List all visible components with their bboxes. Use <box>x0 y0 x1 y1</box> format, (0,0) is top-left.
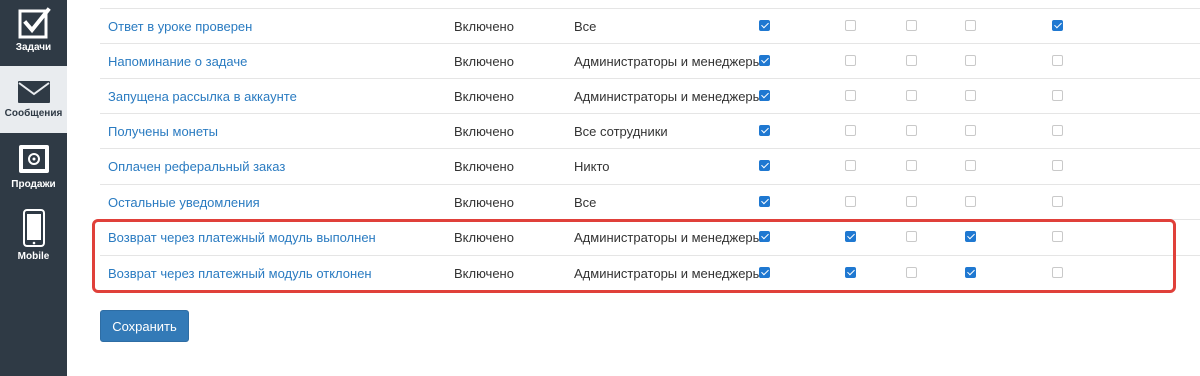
sidebar-item-tasks[interactable]: Задачи <box>0 0 67 66</box>
channel-checkbox[interactable] <box>906 160 917 171</box>
channel-checkbox[interactable] <box>759 231 770 242</box>
notification-status: Включено <box>454 54 514 69</box>
table-row: Возврат через платежный модуль отклонен В… <box>100 255 1200 291</box>
channel-checkbox[interactable] <box>1052 231 1063 242</box>
channel-checkbox[interactable] <box>965 196 976 207</box>
sidebar-item-messages[interactable]: Сообщения <box>0 66 67 133</box>
channel-checkbox[interactable] <box>965 20 976 31</box>
notification-status: Включено <box>454 230 514 245</box>
notification-name-link[interactable]: Остальные уведомления <box>108 185 260 220</box>
channel-checkbox[interactable] <box>965 90 976 101</box>
notification-recipients: Администраторы и менеджеры <box>574 230 762 245</box>
table-row: Получены монеты Включено Все сотрудники <box>100 113 1200 149</box>
notification-settings: Ответ в уроке проверен Включено Все Напомин… <box>67 0 1200 376</box>
sidebar-item-mobile[interactable]: Mobile <box>0 199 67 265</box>
channel-checkbox[interactable] <box>845 267 856 278</box>
notification-status: Включено <box>454 19 514 34</box>
channel-checkbox[interactable] <box>906 125 917 136</box>
channel-checkbox[interactable] <box>759 20 770 31</box>
channel-checkbox[interactable] <box>759 267 770 278</box>
phone-icon <box>22 209 45 247</box>
channel-checkbox[interactable] <box>759 196 770 207</box>
channel-checkbox[interactable] <box>965 231 976 242</box>
channel-checkbox[interactable] <box>906 20 917 31</box>
table-row: Оплачен реферальный заказ Включено Никто <box>100 148 1200 184</box>
sidebar-item-label: Продажи <box>11 179 56 190</box>
sidebar-item-sales[interactable]: Продажи <box>0 133 67 199</box>
sidebar-item-label: Mobile <box>17 251 50 262</box>
channel-checkbox[interactable] <box>965 267 976 278</box>
notification-name-link[interactable]: Оплачен реферальный заказ <box>108 149 285 184</box>
channel-checkbox[interactable] <box>845 160 856 171</box>
notification-status: Включено <box>454 124 514 139</box>
channel-checkbox[interactable] <box>845 196 856 207</box>
channel-checkbox[interactable] <box>1052 196 1063 207</box>
channel-checkbox[interactable] <box>1052 160 1063 171</box>
notification-recipients: Администраторы и менеджеры <box>574 266 762 281</box>
channel-checkbox[interactable] <box>845 125 856 136</box>
channel-checkbox[interactable] <box>759 125 770 136</box>
table-row: Остальные уведомления Включено Все <box>100 184 1200 220</box>
sidebar-item-label: Задачи <box>15 42 52 53</box>
channel-checkbox[interactable] <box>1052 20 1063 31</box>
channel-checkbox[interactable] <box>906 90 917 101</box>
notification-recipients: Никто <box>574 159 610 174</box>
notification-recipients: Администраторы и менеджеры <box>574 54 762 69</box>
notification-status: Включено <box>454 89 514 104</box>
channel-checkbox[interactable] <box>965 125 976 136</box>
notification-status: Включено <box>454 159 514 174</box>
notification-name-link[interactable]: Ответ в уроке проверен <box>108 9 252 44</box>
notification-status: Включено <box>454 195 514 210</box>
notification-recipients: Все <box>574 19 597 34</box>
channel-checkbox[interactable] <box>759 90 770 101</box>
channel-checkbox[interactable] <box>845 55 856 66</box>
notification-name-link[interactable]: Возврат через платежный модуль выполнен <box>108 220 376 255</box>
channel-checkbox[interactable] <box>906 267 917 278</box>
table-row: Запущена рассылка в аккаунте Включено Адми… <box>100 78 1200 114</box>
table-row: Ответ в уроке проверен Включено Все <box>100 8 1200 44</box>
channel-checkbox[interactable] <box>1052 55 1063 66</box>
envelope-icon <box>17 81 50 103</box>
notification-recipients: Все сотрудники <box>574 124 668 139</box>
channel-checkbox[interactable] <box>906 231 917 242</box>
notification-name-link[interactable]: Напоминание о задаче <box>108 44 247 79</box>
notification-name-link[interactable]: Получены монеты <box>108 114 218 149</box>
channel-checkbox[interactable] <box>1052 90 1063 101</box>
channel-checkbox[interactable] <box>906 55 917 66</box>
notification-name-link[interactable]: Возврат через платежный модуль отклонен <box>108 256 372 291</box>
notification-recipients: Все <box>574 195 597 210</box>
safe-icon <box>18 145 49 173</box>
channel-checkbox[interactable] <box>845 231 856 242</box>
channel-checkbox[interactable] <box>906 196 917 207</box>
sidebar: Задачи Сообщения Продажи Mobile <box>0 0 67 376</box>
save-button[interactable]: Сохранить <box>100 310 189 342</box>
notification-status: Включено <box>454 266 514 281</box>
channel-checkbox[interactable] <box>759 160 770 171</box>
sidebar-item-label: Сообщения <box>4 108 63 119</box>
channel-checkbox[interactable] <box>965 55 976 66</box>
channel-checkbox[interactable] <box>845 90 856 101</box>
channel-checkbox[interactable] <box>1052 125 1063 136</box>
channel-checkbox[interactable] <box>845 20 856 31</box>
table-row: Напоминание о задаче Включено Администрато… <box>100 43 1200 79</box>
checkbox-icon <box>18 7 51 39</box>
notification-name-link[interactable]: Запущена рассылка в аккаунте <box>108 79 297 114</box>
notification-recipients: Администраторы и менеджеры <box>574 89 762 104</box>
table-row: Возврат через платежный модуль выполнен В… <box>100 219 1200 255</box>
channel-checkbox[interactable] <box>965 160 976 171</box>
channel-checkbox[interactable] <box>759 55 770 66</box>
channel-checkbox[interactable] <box>1052 267 1063 278</box>
